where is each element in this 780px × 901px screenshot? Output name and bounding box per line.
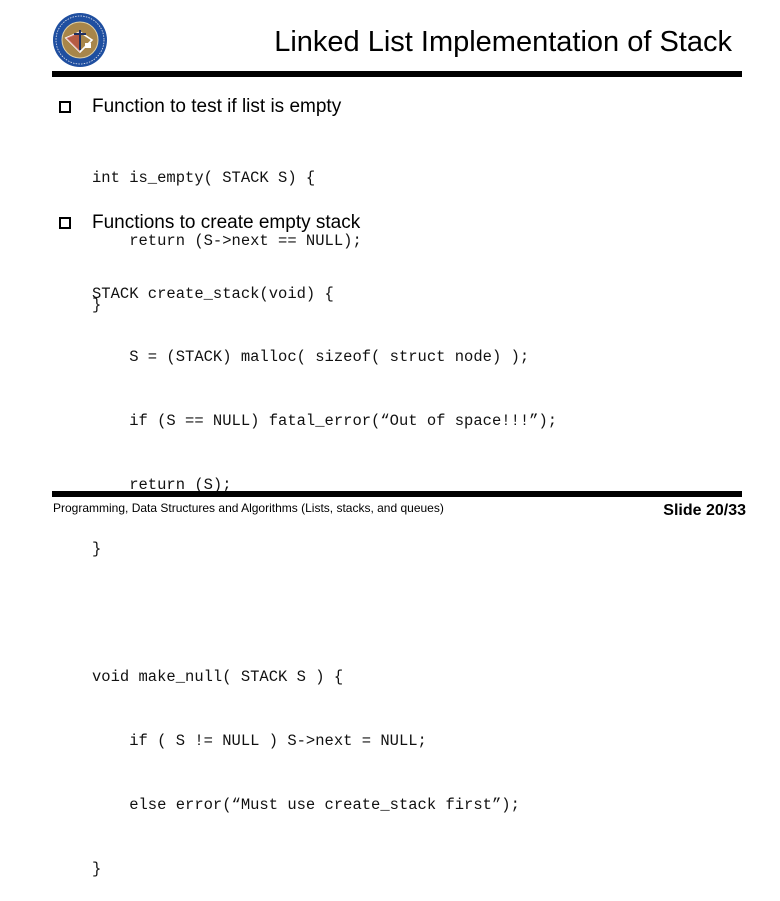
code-line: if ( S != NULL ) S->next = NULL;: [92, 731, 427, 750]
code-line: }: [92, 859, 102, 878]
footer-divider: [52, 491, 742, 497]
hollow-square-bullet-icon: [59, 217, 71, 229]
slide-title: Linked List Implementation of Stack: [274, 26, 732, 58]
section-heading-is-empty: Function to test if list is empty: [92, 96, 342, 117]
code-line: int is_empty( STACK S) {: [92, 168, 316, 187]
section-heading-create-stack: Functions to create empty stack: [92, 212, 361, 233]
slide-number: Slide 20/33: [663, 502, 746, 519]
university-seal-icon: [53, 13, 107, 67]
code-line: else error(“Must use create_stack first”…: [92, 795, 520, 814]
code-line: void make_null( STACK S ) {: [92, 667, 344, 686]
code-line: S = (STACK) malloc( sizeof( struct node)…: [92, 348, 530, 367]
code-block-create-stack: STACK create_stack(void) { S = (STACK) m…: [92, 241, 557, 901]
footer-course-title: Programming, Data Structures and Algorit…: [53, 501, 444, 515]
code-line: if (S == NULL) fatal_error(“Out of space…: [92, 412, 558, 431]
code-line: STACK create_stack(void) {: [92, 284, 334, 303]
code-line: }: [92, 540, 102, 559]
hollow-square-bullet-icon: [59, 101, 71, 113]
title-divider: [52, 71, 742, 77]
